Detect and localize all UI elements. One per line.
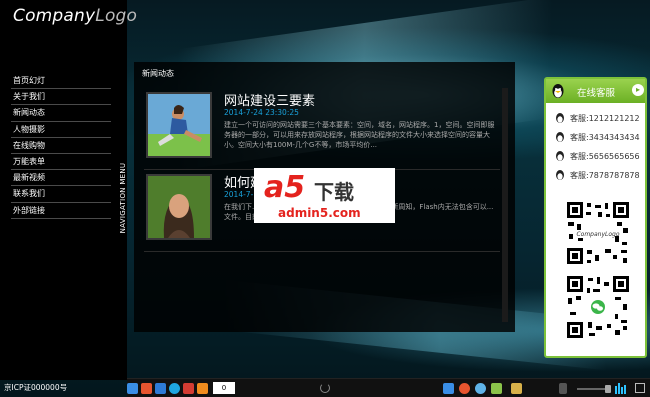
share-qzone-icon[interactable] xyxy=(127,383,138,394)
service-contact[interactable]: 客服:3434343434 xyxy=(554,130,646,146)
share-renren-icon[interactable] xyxy=(155,383,166,394)
player-icon[interactable] xyxy=(443,383,454,394)
sidebar: CompanyLogo 首页幻灯 关于我们 新闻动态 人物摄影 在线购物 万能表… xyxy=(0,0,137,380)
qr-caption: CompanyLogo xyxy=(576,231,619,238)
record-icon[interactable] xyxy=(459,383,470,394)
share-tencent-icon[interactable] xyxy=(183,383,194,394)
logo-company-text: Company xyxy=(13,6,96,26)
service-expand-icon[interactable]: ▸ xyxy=(632,84,644,96)
service-contact-label: 客服:7878787878 xyxy=(570,171,640,180)
news-title[interactable]: 网站建设三要素 xyxy=(224,90,315,109)
menu-item-form[interactable]: 万能表单 xyxy=(11,154,111,171)
watermark-a5: a5 xyxy=(264,170,306,205)
navigation-menu-label: NAVIGATION MENU xyxy=(119,162,127,234)
watermark-url: admin5.com xyxy=(278,206,361,220)
playlist-icon[interactable] xyxy=(559,383,567,394)
menu-item-shop[interactable]: 在线购物 xyxy=(11,138,111,154)
navigation-menu-toggle[interactable]: NAVIGATION MENU xyxy=(113,160,127,240)
qq-icon xyxy=(556,170,564,180)
volume-slider[interactable] xyxy=(577,388,607,390)
service-contact-label: 客服:5656565656 xyxy=(570,152,640,161)
qq-icon xyxy=(556,113,564,123)
qq-penguin-icon xyxy=(552,84,564,98)
person-icon[interactable] xyxy=(511,383,522,394)
company-logo[interactable]: CompanyLogo xyxy=(13,6,137,26)
news-excerpt: 建立一个可访问的网站需要三个基本要素：空间，域名，网站程序。1，空间。空间即服务… xyxy=(224,121,495,149)
service-header[interactable]: 在线客服 ▸ xyxy=(546,79,645,103)
menu-item-about[interactable]: 关于我们 xyxy=(11,89,111,106)
volume-knob[interactable] xyxy=(605,385,611,393)
service-title: 在线客服 xyxy=(577,88,616,99)
qr-code-company: CompanyLogo xyxy=(565,200,631,266)
qr-code-image xyxy=(565,274,631,340)
grid-icon[interactable] xyxy=(491,383,502,394)
qq-icon xyxy=(556,151,564,161)
menu-item-contact[interactable]: 联系我们 xyxy=(11,186,111,203)
news-date: 2014-7-24 23:30:25 xyxy=(224,108,299,117)
qq-icon xyxy=(556,132,564,142)
news-thumbnail-yoga[interactable] xyxy=(146,92,212,158)
service-contact[interactable]: 客服:1212121212 xyxy=(554,111,646,127)
fullscreen-icon[interactable] xyxy=(635,383,645,393)
news-item[interactable]: 网站建设三要素 2014-7-24 23:30:25 建立一个可访问的网站需要三… xyxy=(144,90,500,170)
service-contact[interactable]: 客服:5656565656 xyxy=(554,149,646,165)
a5-watermark: a5 下载 admin5.com xyxy=(254,168,395,223)
menu-item-video[interactable]: 最新视频 xyxy=(11,170,111,187)
qr-code-wechat xyxy=(565,274,631,340)
share-more-icon[interactable] xyxy=(197,383,208,394)
menu-item-portrait[interactable]: 人物摄影 xyxy=(11,122,111,138)
online-service-widget: 在线客服 ▸ 客服:1212121212 客服:3434343434 客服:56… xyxy=(544,77,647,358)
service-contact-label: 客服:3434343434 xyxy=(570,133,640,142)
panel-title: 新闻动态 xyxy=(142,69,174,78)
service-contact-label: 客服:1212121212 xyxy=(570,114,640,123)
equalizer-icon[interactable] xyxy=(615,383,627,394)
share-qq-icon[interactable] xyxy=(169,383,180,394)
menu-item-news[interactable]: 新闻动态 xyxy=(11,105,111,122)
main-menu: 首页幻灯 关于我们 新闻动态 人物摄影 在线购物 万能表单 最新视频 联系我们 … xyxy=(11,73,111,219)
panel-scrollbar[interactable] xyxy=(502,88,508,322)
share-counter: 0 xyxy=(213,382,235,394)
zoom-icon[interactable] xyxy=(475,383,486,394)
qr-code-image: CompanyLogo xyxy=(565,200,631,266)
loading-spinner-icon xyxy=(320,383,330,393)
bottom-toolbar: 0 xyxy=(127,378,650,397)
news-thumbnail-portrait[interactable] xyxy=(146,174,212,240)
news-date: 2014-7- xyxy=(224,190,254,199)
share-weibo-icon[interactable] xyxy=(141,383,152,394)
watermark-download: 下载 xyxy=(314,180,354,204)
logo-logo-text: Logo xyxy=(95,6,138,26)
menu-item-home-slider[interactable]: 首页幻灯 xyxy=(11,73,111,90)
service-contact[interactable]: 客服:7878787878 xyxy=(554,168,646,184)
icp-license: 京ICP证000000号 xyxy=(4,383,68,392)
menu-item-links[interactable]: 外部链接 xyxy=(11,203,111,219)
